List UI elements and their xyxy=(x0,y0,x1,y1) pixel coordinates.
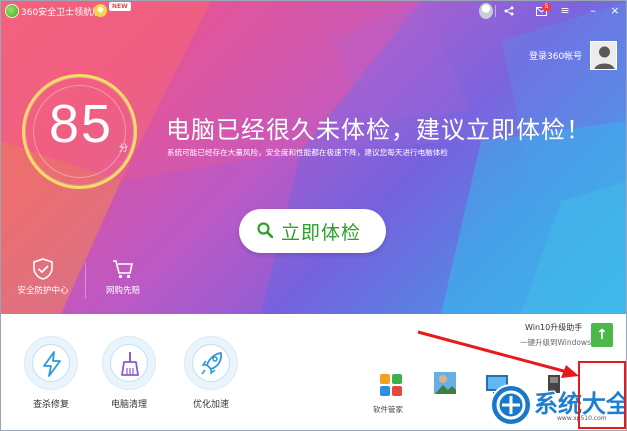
tool-label: 电脑清理 xyxy=(110,400,147,410)
photo-app-icon[interactable] xyxy=(433,371,457,395)
software-manager-label: 软件管家 xyxy=(373,405,403,414)
health-score: 85 xyxy=(49,94,114,154)
app-window: 360安全卫士领航版 ◆ NEW 5 ≡ – × 登录360帐号 85 分 电脑… xyxy=(0,0,627,431)
titlebar-divider xyxy=(495,5,496,17)
subline: 系统可能已经存在大量风险，安全度和性能都在极速下降，建议您每天进行电脑体检 xyxy=(167,148,448,157)
tool-circle xyxy=(102,336,156,390)
app-title: 360安全卫士领航版 xyxy=(21,8,102,18)
hero-panel: 360安全卫士领航版 ◆ NEW 5 ≡ – × 登录360帐号 85 分 电脑… xyxy=(1,1,626,314)
quick-entry-purchase-guarantee[interactable]: 网购先赔 xyxy=(93,258,153,303)
quick-entry-label: 网购先赔 xyxy=(105,286,140,296)
version-badge-icon[interactable]: ◆ xyxy=(94,4,107,17)
quick-entry-label: 安全防护中心 xyxy=(17,286,69,296)
score-unit: 分 xyxy=(119,144,129,154)
check-now-label: 立即体检 xyxy=(281,222,362,244)
headline: 电脑已经很久未体检，建议立即体检！ xyxy=(166,116,591,144)
quick-entry-divider xyxy=(85,263,86,299)
tool-pc-cleanup[interactable]: 电脑清理 xyxy=(97,336,161,410)
win10-upgrade-button[interactable]: ↑ xyxy=(591,323,613,347)
broom-icon xyxy=(121,352,139,376)
annotation-highlight-box xyxy=(578,361,626,429)
tool-virus-repair[interactable]: 查杀修复 xyxy=(19,336,83,410)
tool-speed-up[interactable]: 优化加速 xyxy=(179,336,243,410)
shopping-cart-icon xyxy=(113,260,133,279)
mail-count-badge: 5 xyxy=(542,3,551,11)
title-bar: 360安全卫士领航版 ◆ NEW 5 ≡ – × xyxy=(1,1,626,23)
win10-helper-title[interactable]: Win10升级助手 xyxy=(525,322,582,333)
watermark-logo-icon xyxy=(490,384,532,426)
tool-label: 查杀修复 xyxy=(32,400,69,410)
shield-check-icon xyxy=(33,258,53,280)
user-avatar[interactable] xyxy=(590,41,617,70)
tool-circle xyxy=(24,336,78,390)
check-now-button[interactable]: 立即体检 xyxy=(239,209,386,253)
lightning-icon xyxy=(43,351,61,377)
login-link[interactable]: 登录360帐号 xyxy=(529,49,582,62)
new-badge: NEW xyxy=(109,2,131,11)
close-icon[interactable]: × xyxy=(607,3,623,19)
tool-label: 优化加速 xyxy=(192,400,229,410)
magnifier-icon xyxy=(257,222,273,238)
tool-circle xyxy=(184,336,238,390)
menu-icon[interactable]: ≡ xyxy=(557,3,573,19)
app-logo-icon xyxy=(5,4,19,18)
mini-avatar-icon[interactable] xyxy=(479,3,493,19)
minimize-icon[interactable]: – xyxy=(585,3,601,19)
user-silhouette-icon xyxy=(594,46,615,69)
share-icon[interactable] xyxy=(501,3,517,19)
software-manager-icon[interactable] xyxy=(379,373,403,397)
rocket-icon xyxy=(201,352,223,375)
quick-entry-security-center[interactable]: 安全防护中心 xyxy=(13,258,73,303)
